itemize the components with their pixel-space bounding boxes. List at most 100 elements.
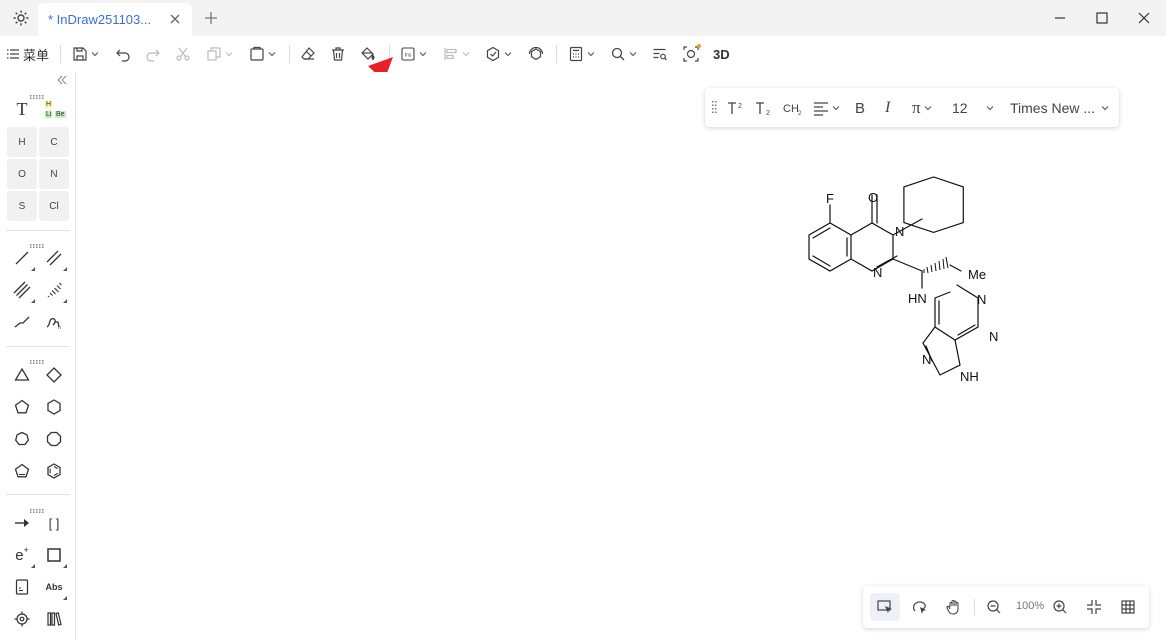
library-tool[interactable] (39, 604, 69, 634)
structure-check-icon (486, 46, 500, 62)
calculator-button[interactable] (568, 44, 595, 64)
font-family-select[interactable]: Times New ... (1010, 98, 1109, 118)
undo-button[interactable] (115, 44, 131, 64)
chevron-down-icon (504, 52, 512, 57)
close-icon[interactable] (168, 12, 182, 26)
curve-chain-tool[interactable]: n (39, 307, 69, 337)
cyclopentadiene-tool[interactable] (7, 456, 37, 486)
font-size-value: 12 (952, 100, 968, 116)
benzene-icon (47, 463, 61, 479)
text-align-button[interactable] (813, 98, 840, 118)
copy-button[interactable] (206, 44, 233, 64)
font-size-select[interactable]: 12 (952, 98, 994, 118)
maximize-icon[interactable] (1092, 8, 1112, 28)
calculator-icon (569, 46, 583, 62)
document-tab[interactable]: * InDraw251103... (38, 3, 192, 36)
periodic-table-tool[interactable]: H Li Be (39, 94, 69, 124)
element-cl-button[interactable]: Cl (39, 191, 69, 221)
lasso-tool-button[interactable] (905, 593, 935, 621)
octagon-ring-tool[interactable] (39, 424, 69, 454)
charge-tool[interactable]: e + (7, 540, 37, 570)
text-format-toolbar: 2 2 CH 2 B I π 12 Times New ... (705, 88, 1119, 127)
books-icon (47, 612, 62, 626)
pentagon-icon (14, 399, 30, 414)
double-bond-icon (46, 250, 62, 266)
element-o-button[interactable]: O (7, 159, 37, 189)
target-tool[interactable] (7, 604, 37, 634)
fit-view-button[interactable] (1079, 593, 1109, 621)
atom-label-me: Me (968, 267, 986, 282)
triangle-ring-tool[interactable] (7, 360, 37, 390)
select-tool-button[interactable] (870, 593, 900, 621)
hashed-bond-tool[interactable] (39, 275, 69, 305)
drag-handle[interactable] (30, 235, 46, 248)
symbol-button[interactable]: π (912, 98, 932, 118)
align-button[interactable] (443, 44, 470, 64)
screenshot-button[interactable] (682, 44, 704, 64)
benzene-tool[interactable] (39, 456, 69, 486)
element-c-button[interactable]: C (39, 127, 69, 157)
search-button[interactable] (610, 44, 637, 64)
single-bond-tool[interactable] (7, 243, 37, 273)
paste-button[interactable] (249, 44, 276, 64)
undo-icon (116, 49, 130, 62)
atom-label-n-purine3: N (989, 329, 998, 344)
panel-divider (6, 346, 70, 347)
pan-tool-button[interactable] (939, 593, 969, 621)
view-controls-bar: 100% (863, 586, 1149, 628)
minimize-icon[interactable] (1050, 8, 1070, 28)
element-n-label: N (50, 168, 58, 180)
toolbar-divider (556, 45, 557, 63)
subscript-button[interactable]: 2 (755, 98, 773, 118)
element-h-label: H (18, 136, 26, 148)
save-button[interactable] (72, 44, 99, 64)
cut-button[interactable] (175, 44, 191, 64)
element-s-button[interactable]: S (7, 191, 37, 221)
bold-button[interactable]: B (855, 98, 865, 118)
pentagon-ring-tool[interactable] (7, 392, 37, 422)
rotate-button[interactable] (528, 44, 544, 64)
drag-handle[interactable] (30, 86, 46, 99)
grid-toggle-button[interactable] (1113, 593, 1143, 621)
element-h-button[interactable]: H (7, 127, 37, 157)
chemical-structure[interactable]: F O N N Me HN N N N NH (795, 175, 1005, 390)
drag-handle[interactable] (712, 98, 718, 118)
insert-image-button[interactable]: Ins (400, 44, 427, 64)
text-tool[interactable]: T (7, 94, 37, 124)
zoom-out-button[interactable] (979, 593, 1009, 621)
chain-tool[interactable] (7, 307, 37, 337)
collapse-icon[interactable] (56, 72, 68, 90)
gear-icon[interactable] (10, 7, 32, 29)
3d-button[interactable]: 3D (713, 44, 730, 64)
redo-button[interactable] (145, 44, 161, 64)
superscript-button[interactable]: 2 (727, 98, 745, 118)
window-close-icon[interactable] (1134, 8, 1154, 28)
template-tool[interactable] (7, 572, 37, 602)
rectangle-tool[interactable] (39, 540, 69, 570)
plus-icon[interactable] (202, 9, 220, 27)
menu-button[interactable]: 菜单 (6, 44, 49, 64)
align-icon (444, 48, 457, 60)
zoom-in-button[interactable] (1045, 593, 1075, 621)
chemical-format-icon: CH 2 (783, 103, 802, 116)
grid-icon (1121, 600, 1135, 614)
chevron-down-icon (91, 52, 99, 57)
double-bond-tool[interactable] (39, 243, 69, 273)
bracket-tool[interactable]: [ ] (39, 508, 69, 538)
chemical-format-button[interactable]: CH 2 (783, 98, 803, 118)
heptagon-ring-tool[interactable] (7, 424, 37, 454)
clean-structure-button[interactable] (485, 44, 512, 64)
abs-tool[interactable]: Abs (39, 572, 69, 602)
zoom-level: 100% (1016, 600, 1045, 612)
element-n-button[interactable]: N (39, 159, 69, 189)
atom-label-n-purine1: N (977, 292, 986, 307)
drag-handle[interactable] (30, 500, 46, 513)
drag-handle[interactable] (30, 351, 46, 364)
arrow-tool[interactable] (7, 508, 37, 538)
triple-bond-tool[interactable] (7, 275, 37, 305)
panel-divider (6, 230, 70, 231)
italic-button[interactable]: I (885, 98, 890, 118)
hexagon-ring-tool[interactable] (39, 392, 69, 422)
square-ring-tool[interactable] (39, 360, 69, 390)
find-list-button[interactable] (652, 44, 668, 64)
